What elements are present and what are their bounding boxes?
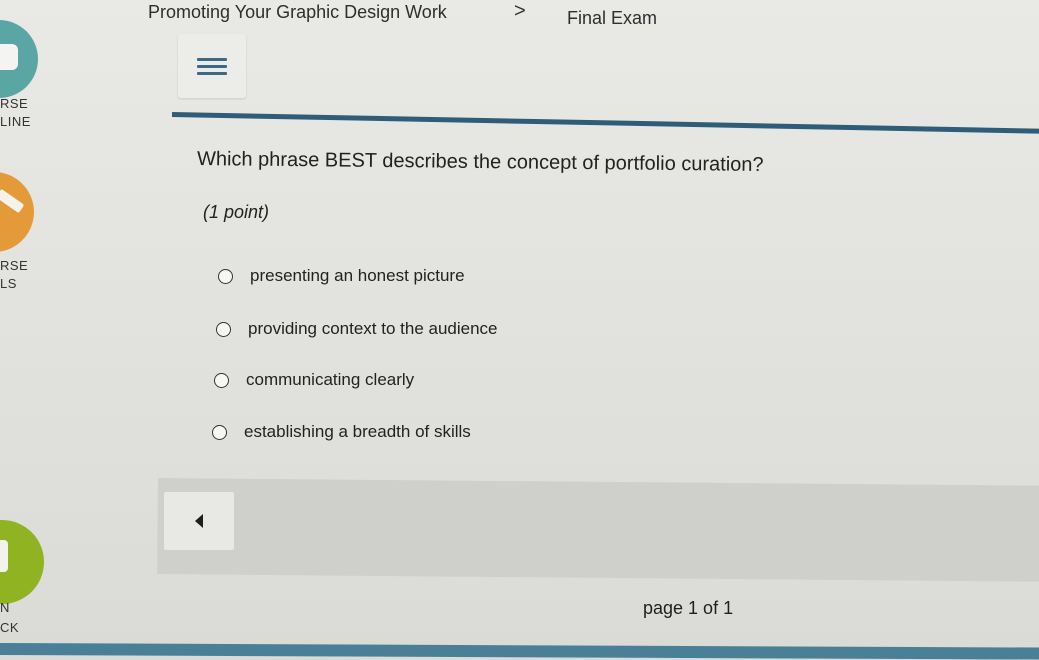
menu-button[interactable]	[178, 34, 246, 98]
sidebar-label[interactable]: RSE	[0, 96, 28, 111]
radio-button[interactable]	[218, 268, 233, 284]
answer-option[interactable]: establishing a breadth of skills	[212, 422, 471, 442]
question-points: (1 point)	[203, 202, 270, 222]
sidebar-label[interactable]: RSE	[0, 258, 28, 273]
bottom-bar	[0, 643, 1039, 660]
answer-option[interactable]: presenting an honest picture	[218, 266, 465, 286]
hamburger-icon	[197, 54, 227, 79]
exam-screen: Promoting Your Graphic Design Work > Fin…	[0, 0, 1039, 660]
answer-option-label: communicating clearly	[246, 370, 415, 389]
page-indicator: page 1 of 1	[643, 598, 734, 618]
sidebar-status-icon-mark	[0, 540, 8, 572]
sidebar-label[interactable]: CK	[0, 620, 19, 635]
radio-button[interactable]	[212, 424, 227, 440]
answer-option-label: presenting an honest picture	[250, 266, 465, 285]
radio-button[interactable]	[214, 372, 229, 388]
answer-option[interactable]: providing context to the audience	[216, 319, 498, 339]
radio-button[interactable]	[216, 321, 231, 337]
sidebar-course-icon-mark	[0, 44, 18, 70]
breadcrumb-separator: >	[514, 0, 526, 22]
answer-option[interactable]: communicating clearly	[214, 370, 414, 390]
header-divider	[171, 112, 1039, 134]
triangle-left-icon	[195, 514, 203, 528]
breadcrumb-course[interactable]: Promoting Your Graphic Design Work	[148, 2, 447, 23]
navigation-panel	[157, 478, 1039, 582]
answer-option-label: establishing a breadth of skills	[244, 422, 471, 441]
sidebar-label[interactable]: LINE	[0, 114, 31, 129]
sidebar-label[interactable]: N	[0, 600, 10, 615]
answer-option-label: providing context to the audience	[248, 319, 498, 338]
sidebar-label[interactable]: LS	[0, 276, 17, 291]
question-text: Which phrase BEST describes the concept …	[196, 148, 764, 176]
previous-button[interactable]	[164, 492, 234, 550]
breadcrumb-current: Final Exam	[567, 8, 658, 28]
